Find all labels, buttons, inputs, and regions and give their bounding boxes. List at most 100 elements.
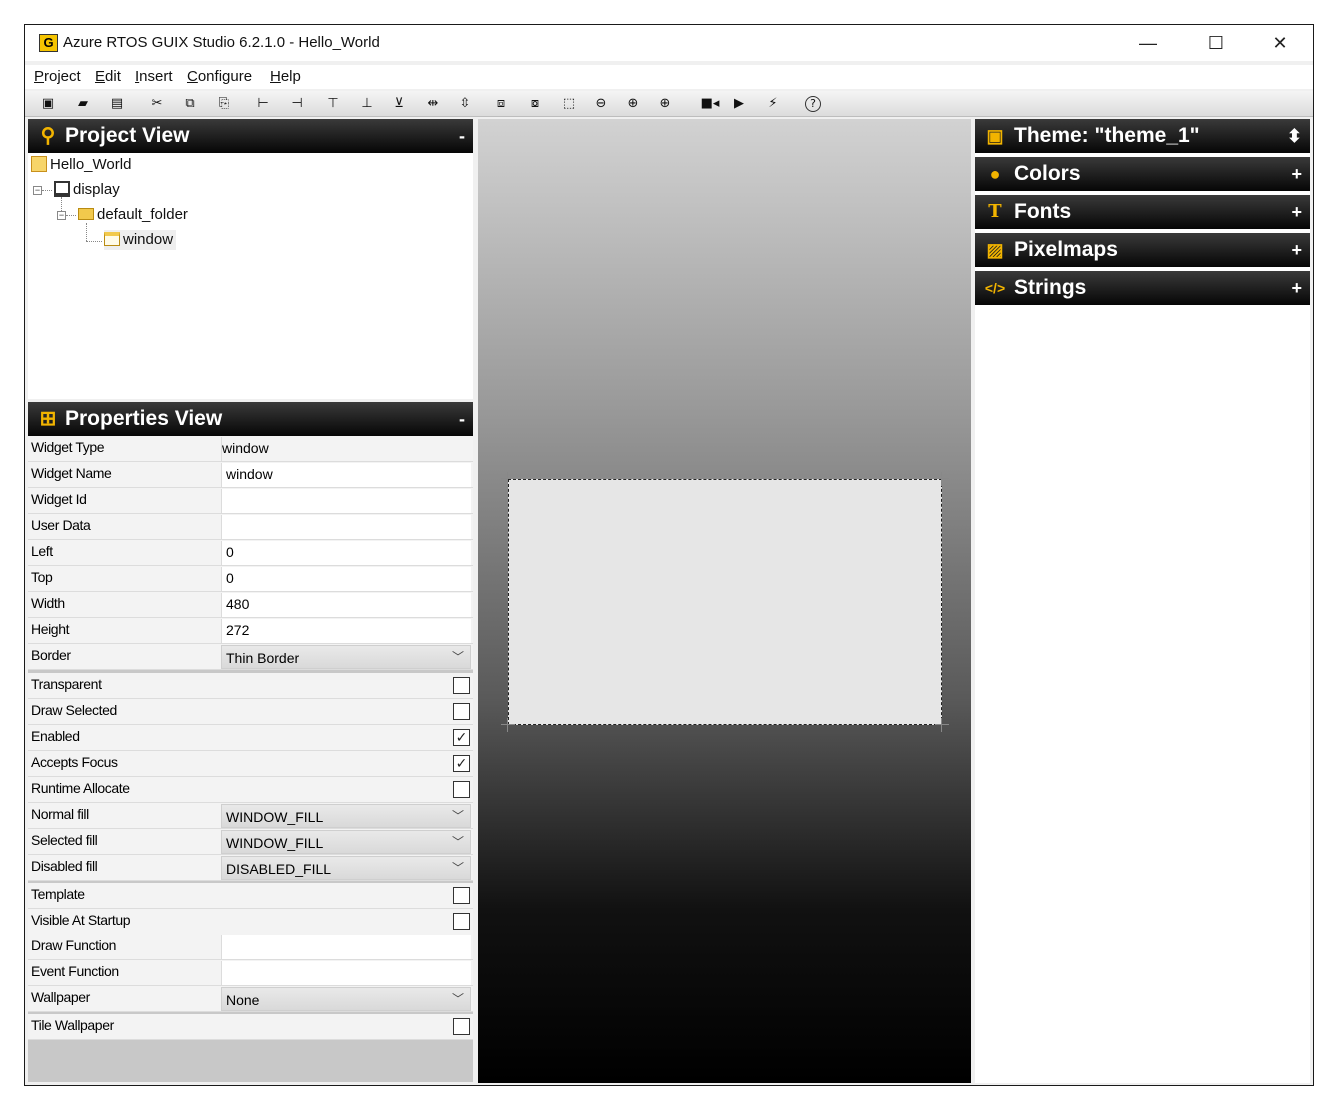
tree-item-project[interactable]: Hello_World <box>31 155 131 175</box>
enabled-checkbox[interactable]: ✓ <box>453 729 470 746</box>
project-view-collapse-button[interactable]: - <box>459 124 465 148</box>
fonts-label: Fonts <box>1014 200 1072 223</box>
selected-fill-select[interactable]: WINDOW_FILL ﹀ <box>221 830 471 854</box>
prop-row-widget-id: Widget Id <box>28 488 473 514</box>
save-project-button[interactable]: ▤ <box>107 94 127 114</box>
user-data-field[interactable] <box>221 515 471 539</box>
open-project-button[interactable]: ▰ <box>73 94 93 114</box>
draw-function-field[interactable] <box>221 935 471 959</box>
move-to-back-button[interactable]: ⧇ <box>525 94 545 114</box>
fonts-expand-button[interactable]: + <box>1291 200 1302 224</box>
event-function-field[interactable] <box>221 961 471 985</box>
prop-row-draw-selected: Draw Selected <box>28 699 473 725</box>
zoom-out-button[interactable]: ⊖ <box>591 94 611 114</box>
strings-expand-button[interactable]: + <box>1291 276 1302 300</box>
cut-button[interactable]: ✂ <box>147 94 167 114</box>
selection-handle[interactable] <box>935 472 949 486</box>
align-left-button[interactable]: ⊢ <box>253 94 273 114</box>
align-top-button[interactable]: ⊤ <box>323 94 343 114</box>
strings-section-header[interactable]: </> Strings + <box>975 271 1310 305</box>
widget-id-field[interactable] <box>221 489 471 513</box>
height-field[interactable]: 272 <box>221 619 471 643</box>
tree-expander-display[interactable]: − <box>33 186 42 195</box>
about-button[interactable]: ? <box>805 96 821 112</box>
border-select[interactable]: Thin Border ﹀ <box>221 645 471 669</box>
left-field[interactable]: 0 <box>221 541 471 565</box>
playback-macro-button[interactable]: ▶ <box>729 94 749 114</box>
visible-at-startup-checkbox[interactable] <box>453 913 470 930</box>
zoom-in-button[interactable]: ⊕ <box>623 94 643 114</box>
menu-insert[interactable]: Insert <box>135 68 173 85</box>
prop-value: 0 <box>226 544 234 560</box>
prop-row-draw-function: Draw Function <box>28 934 473 960</box>
vcenter-button[interactable]: ⊻ <box>389 94 409 114</box>
canvas-window-widget[interactable] <box>508 479 942 725</box>
prop-row-selected-fill: Selected fill WINDOW_FILL ﹀ <box>28 829 473 855</box>
prop-label: Widget Type <box>31 439 105 455</box>
colors-expand-button[interactable]: + <box>1291 162 1302 186</box>
selection-handle[interactable] <box>935 718 949 732</box>
prop-row-disabled-fill: Disabled fill DISABLED_FILL ﹀ <box>28 855 473 881</box>
run-app-button[interactable]: ⚡ <box>763 94 783 114</box>
menu-configure[interactable]: Configure <box>187 68 252 85</box>
top-field[interactable]: 0 <box>221 567 471 591</box>
prop-row-left: Left 0 <box>28 540 473 566</box>
tree-expander-folder[interactable]: − <box>57 211 66 220</box>
maximize-button[interactable]: ☐ <box>1193 25 1239 61</box>
copy-button[interactable]: ⧉ <box>180 94 200 114</box>
width-field[interactable]: 480 <box>221 593 471 617</box>
new-project-button[interactable]: ▣ <box>38 94 58 114</box>
project-view-header: ⚲ Project View - <box>28 119 473 153</box>
align-right-button[interactable]: ⊣ <box>287 94 307 114</box>
draw-selected-checkbox[interactable] <box>453 703 470 720</box>
paste-button[interactable]: ⎘ <box>214 94 234 114</box>
transparent-checkbox[interactable] <box>453 677 470 694</box>
prop-label: Height <box>31 621 70 637</box>
prop-label: Tile Wallpaper <box>31 1017 114 1033</box>
prop-row-normal-fill: Normal fill WINDOW_FILL ﹀ <box>28 803 473 829</box>
theme-icon: ▣ <box>986 126 1004 146</box>
move-to-front-button[interactable]: ⧈ <box>491 94 511 114</box>
record-macro-button[interactable]: ■◂ <box>697 94 723 114</box>
close-button[interactable]: ✕ <box>1257 25 1303 61</box>
tree-item-display[interactable]: display <box>54 180 120 200</box>
disabled-fill-select[interactable]: DISABLED_FILL ﹀ <box>221 856 471 880</box>
monitor-icon <box>54 181 70 197</box>
equal-width-button[interactable]: ⇹ <box>423 94 443 114</box>
pixelmaps-section-header[interactable]: ▨ Pixelmaps + <box>975 233 1310 267</box>
toolbar: ▣ ▰ ▤ ✂ ⧉ ⎘ ⊢ ⊣ ⊤ ⊥ ⊻ ⇹ ⇳ ⧈ ⧇ ⬚ ⊖ ⊕ ⊕ ■◂… <box>25 91 1313 117</box>
selection-handle[interactable] <box>501 718 515 732</box>
prop-label: Accepts Focus <box>31 754 118 770</box>
guix-app-icon: G <box>39 34 58 52</box>
tree-item-folder[interactable]: default_folder <box>78 205 188 225</box>
colors-section-header[interactable]: ● Colors + <box>975 157 1310 191</box>
tree-item-window[interactable]: window <box>104 230 177 250</box>
theme-spin-button[interactable]: ⬍ <box>1287 124 1302 148</box>
wallpaper-select[interactable]: None ﹀ <box>221 987 471 1011</box>
selection-handle[interactable] <box>501 472 515 486</box>
design-canvas[interactable] <box>478 119 971 1083</box>
equal-height-button[interactable]: ⇳ <box>455 94 475 114</box>
zoom-in-button[interactable]: ⊕ <box>655 94 675 114</box>
normal-fill-select[interactable]: WINDOW_FILL ﹀ <box>221 804 471 828</box>
accepts-focus-checkbox[interactable]: ✓ <box>453 755 470 772</box>
theme-section-header[interactable]: ▣ Theme: "theme_1" ⬍ <box>975 119 1310 153</box>
prop-label: Selected fill <box>31 832 98 848</box>
size-to-fit-button[interactable]: ⬚ <box>559 94 579 114</box>
fonts-section-header[interactable]: T Fonts + <box>975 195 1310 229</box>
prop-row-enabled: Enabled ✓ <box>28 725 473 751</box>
menu-project[interactable]: Project <box>34 68 81 85</box>
prop-label: Event Function <box>31 963 119 979</box>
runtime-allocate-checkbox[interactable] <box>453 781 470 798</box>
pixelmaps-expand-button[interactable]: + <box>1291 238 1302 262</box>
prop-label: Draw Selected <box>31 702 117 718</box>
menu-help[interactable]: Help <box>270 68 301 85</box>
widget-name-field[interactable]: window <box>221 463 471 487</box>
tile-wallpaper-checkbox[interactable] <box>453 1018 470 1035</box>
align-bottom-button[interactable]: ⊥ <box>357 94 377 114</box>
template-checkbox[interactable] <box>453 887 470 904</box>
properties-view-collapse-button[interactable]: - <box>459 407 465 431</box>
menu-edit[interactable]: Edit <box>95 68 121 85</box>
prop-row-event-function: Event Function <box>28 960 473 986</box>
minimize-button[interactable]: — <box>1125 25 1171 61</box>
